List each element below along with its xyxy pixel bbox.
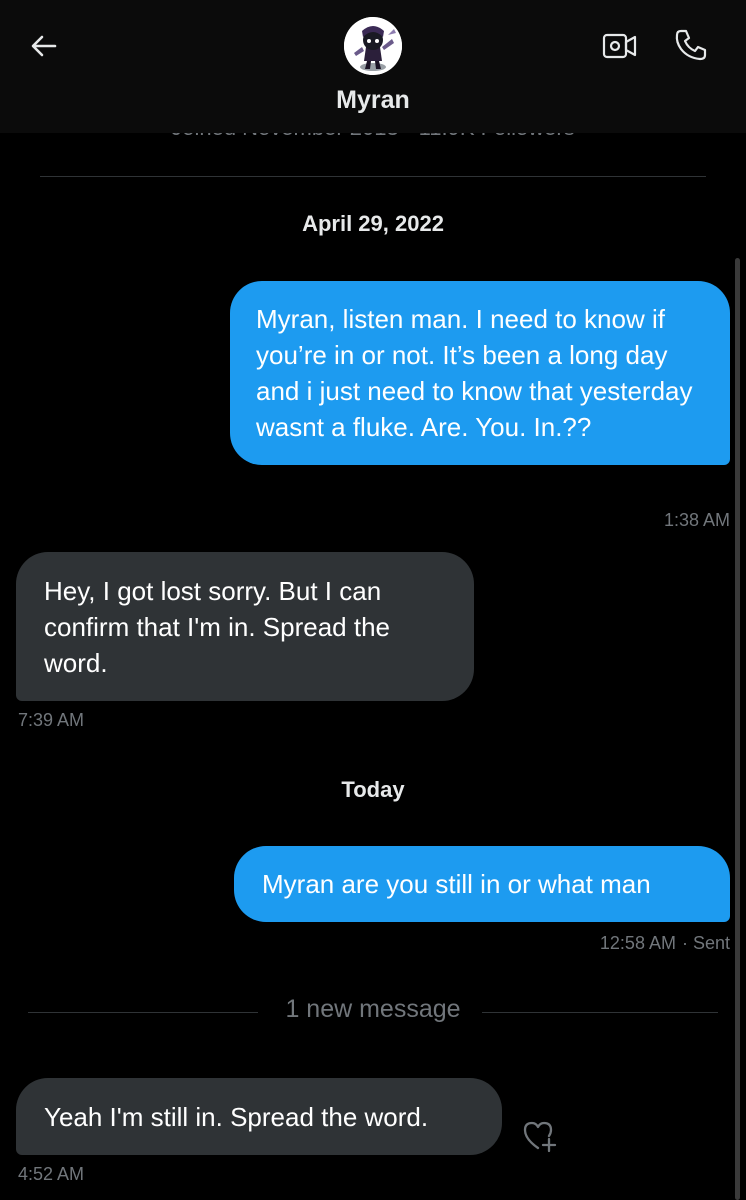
message-bubble-incoming[interactable]: Yeah I'm still in. Spread the word.	[16, 1078, 502, 1155]
video-camera-icon	[602, 33, 637, 59]
message-timestamp: 1:38 AM	[663, 510, 730, 530]
scrollbar[interactable]	[735, 258, 740, 1200]
message-meta: 12:58 AM · Sent	[600, 933, 730, 954]
conversation-header: Myran	[0, 0, 746, 133]
arrow-left-icon	[31, 35, 57, 57]
date-separator: April 29, 2022	[302, 211, 444, 236]
message-timestamp: 12:58 AM	[599, 933, 676, 953]
video-call-button[interactable]	[598, 26, 642, 66]
divider	[40, 176, 706, 177]
message-bubble-incoming[interactable]: Hey, I got lost sorry. But I can confirm…	[16, 552, 474, 701]
add-reaction-button[interactable]	[520, 1116, 560, 1156]
back-button[interactable]	[22, 24, 66, 68]
heart-plus-icon	[523, 1121, 557, 1153]
message-status: · Sent	[681, 933, 730, 953]
new-message-divider-label: 1 new message	[285, 995, 461, 1023]
page-title: Myran	[336, 86, 410, 114]
voice-call-button[interactable]	[668, 22, 714, 68]
message-timestamp: 7:39 AM	[18, 710, 85, 730]
date-separator: Today	[341, 777, 405, 802]
message-bubble-outgoing[interactable]: Myran, listen man. I need to know if you…	[230, 281, 730, 465]
avatar-image	[344, 17, 402, 75]
phone-icon	[675, 29, 707, 61]
message-timestamp: 4:52 AM	[18, 1164, 85, 1184]
avatar[interactable]	[344, 17, 402, 75]
message-bubble-outgoing[interactable]: Myran are you still in or what man	[234, 846, 730, 922]
